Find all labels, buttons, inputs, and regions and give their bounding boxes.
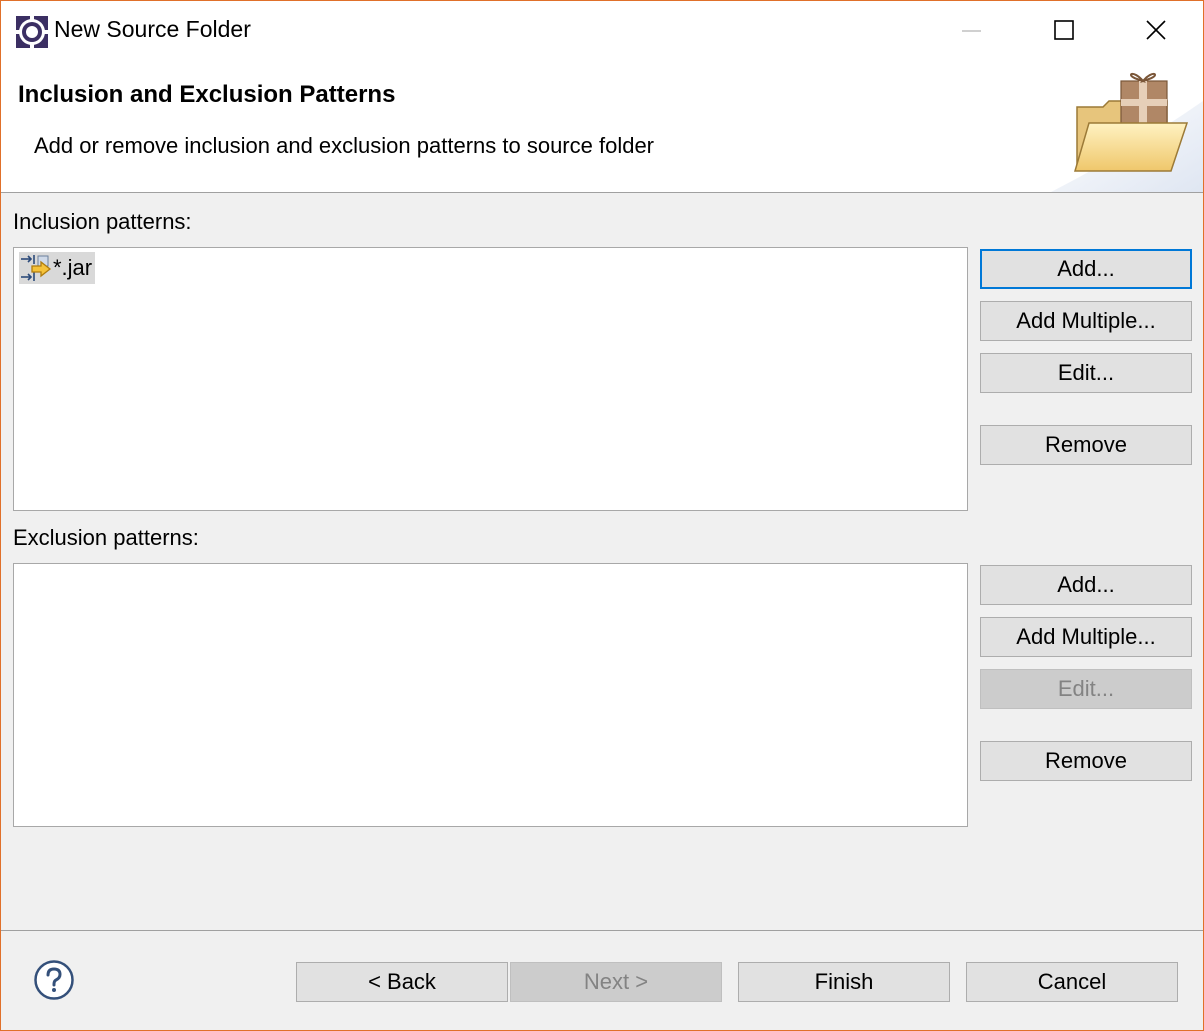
source-folder-wizard-icon — [1051, 73, 1203, 192]
eclipse-app-icon — [16, 16, 48, 48]
page-title: Inclusion and Exclusion Patterns — [18, 81, 396, 108]
back-button[interactable]: < Back — [296, 962, 508, 1002]
inclusion-add-multiple-button[interactable]: Add Multiple... — [980, 301, 1192, 341]
minimize-button[interactable] — [925, 1, 1017, 61]
exclusion-patterns-list[interactable] — [13, 563, 968, 827]
inclusion-patterns-list[interactable]: *.jar — [13, 247, 968, 511]
inclusion-pattern-text: *.jar — [53, 255, 93, 280]
inclusion-patterns-label: Inclusion patterns: — [13, 209, 192, 234]
exclusion-remove-button[interactable]: Remove — [980, 741, 1192, 781]
page-description: Add or remove inclusion and exclusion pa… — [34, 133, 655, 158]
window-title: New Source Folder — [54, 16, 251, 42]
inclusion-add-button[interactable]: Add... — [980, 249, 1192, 289]
maximize-icon — [1054, 20, 1074, 40]
close-button[interactable] — [1109, 1, 1201, 61]
exclusion-edit-button[interactable]: Edit... — [980, 669, 1192, 709]
cancel-button[interactable]: Cancel — [966, 962, 1178, 1002]
exclusion-patterns-label: Exclusion patterns: — [13, 525, 199, 550]
wizard-banner: Inclusion and Exclusion Patterns Add or … — [1, 61, 1203, 193]
close-icon — [1146, 20, 1166, 40]
exclusion-add-button[interactable]: Add... — [980, 565, 1192, 605]
finish-button[interactable]: Finish — [738, 962, 950, 1002]
maximize-button[interactable] — [1017, 1, 1109, 61]
minimize-icon — [962, 30, 981, 32]
exclusion-add-multiple-button[interactable]: Add Multiple... — [980, 617, 1192, 657]
inclusion-remove-button[interactable]: Remove — [980, 425, 1192, 465]
next-button[interactable]: Next > — [510, 962, 722, 1002]
help-icon[interactable] — [33, 959, 75, 1001]
title-bar: New Source Folder — [1, 1, 1203, 61]
dialog-window: New Source Folder Inclusion and Exclusio… — [0, 0, 1204, 1031]
inclusion-pattern-icon — [21, 255, 52, 281]
footer-separator — [1, 930, 1203, 931]
inclusion-edit-button[interactable]: Edit... — [980, 353, 1192, 393]
list-item[interactable]: *.jar — [19, 252, 96, 284]
